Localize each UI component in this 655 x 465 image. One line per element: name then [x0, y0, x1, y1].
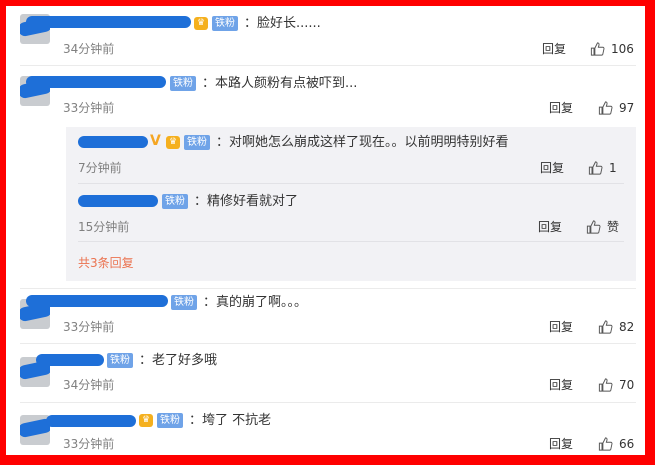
divider — [78, 241, 624, 242]
like-button[interactable]: 82 — [598, 320, 634, 334]
like-button[interactable]: 70 — [598, 378, 634, 392]
thumbs-up-icon — [598, 378, 613, 392]
like-button[interactable]: 97 — [598, 101, 634, 115]
verified-v-icon: V — [150, 133, 161, 149]
fan-badge: 铁粉 — [212, 16, 238, 31]
username-redacted[interactable] — [78, 136, 148, 148]
like-button[interactable]: 赞 — [586, 220, 619, 234]
username-redacted[interactable] — [46, 415, 136, 427]
divider — [20, 65, 636, 66]
like-count: 66 — [619, 437, 635, 451]
reply-text: ：精修好看就对了 — [194, 194, 299, 209]
username-redacted[interactable] — [26, 16, 191, 28]
like-button[interactable]: 66 — [598, 437, 634, 451]
thumbs-up-icon — [598, 437, 613, 451]
comment-time: 33分钟前 — [63, 320, 115, 334]
comment-time: 34分钟前 — [63, 378, 115, 392]
reply-text: ：对啊她怎么崩成这样了现在。。以前明明特别好看 — [216, 135, 509, 150]
vip-crown-icon: ♛ — [166, 136, 180, 149]
fan-badge: 铁粉 — [107, 353, 133, 368]
like-button[interactable]: 1 — [588, 161, 617, 175]
fan-badge: 铁粉 — [157, 413, 183, 428]
like-count: 70 — [619, 378, 635, 392]
more-replies-link[interactable]: 共3条回复 — [78, 256, 134, 270]
fan-badge: 铁粉 — [170, 76, 196, 91]
thumbs-up-icon — [598, 101, 613, 115]
comment-time: 34分钟前 — [63, 42, 115, 56]
fan-badge: 铁粉 — [162, 194, 188, 209]
fan-badge: 铁粉 — [184, 135, 210, 150]
divider — [20, 288, 636, 289]
comment-text: ：老了好多哦 — [139, 353, 218, 368]
comment-text: ：脸好长...... — [244, 16, 321, 31]
thumbs-up-icon — [586, 220, 601, 234]
reply-button[interactable]: 回复 — [542, 42, 566, 56]
fan-badge: 铁粉 — [171, 295, 197, 310]
comment-text: ：垮了 不抗老 — [189, 413, 272, 428]
comment-panel: ♛ 铁粉 ：脸好长...... 34分钟前 回复 106 铁粉 ：本路人颜粉有点… — [4, 4, 647, 457]
divider — [78, 183, 624, 184]
reply-button[interactable]: 回复 — [538, 220, 562, 234]
vip-crown-icon: ♛ — [194, 17, 208, 30]
username-redacted[interactable] — [26, 76, 166, 88]
username-redacted[interactable] — [36, 354, 104, 366]
reply-time: 15分钟前 — [78, 220, 130, 234]
reply-button[interactable]: 回复 — [549, 320, 573, 334]
thumbs-up-icon — [598, 320, 613, 334]
like-count: 106 — [611, 42, 634, 56]
username-redacted[interactable] — [78, 195, 158, 207]
divider — [20, 402, 636, 403]
reply-button[interactable]: 回复 — [549, 437, 573, 451]
like-count: 1 — [609, 161, 617, 175]
comment-time: 33分钟前 — [63, 101, 115, 115]
divider — [20, 343, 636, 344]
replies-box: V ♛ 铁粉 ：对啊她怎么崩成这样了现在。。以前明明特别好看 7分钟前 回复 1… — [66, 127, 636, 281]
reply-button[interactable]: 回复 — [540, 161, 564, 175]
thumbs-up-icon — [588, 161, 603, 175]
thumbs-up-icon — [590, 42, 605, 56]
vip-crown-icon: ♛ — [139, 414, 153, 427]
comment-text: ：本路人颜粉有点被吓到... — [202, 76, 358, 91]
like-count: 97 — [619, 101, 635, 115]
reply-button[interactable]: 回复 — [549, 101, 573, 115]
username-redacted[interactable] — [26, 295, 168, 307]
reply-button[interactable]: 回复 — [549, 378, 573, 392]
like-button[interactable]: 106 — [590, 42, 634, 56]
comment-text: ：真的崩了啊。。。 — [203, 295, 308, 310]
reply-time: 7分钟前 — [78, 161, 122, 175]
like-count: 82 — [619, 320, 635, 334]
comment-time: 33分钟前 — [63, 437, 115, 451]
like-count: 赞 — [607, 220, 620, 234]
